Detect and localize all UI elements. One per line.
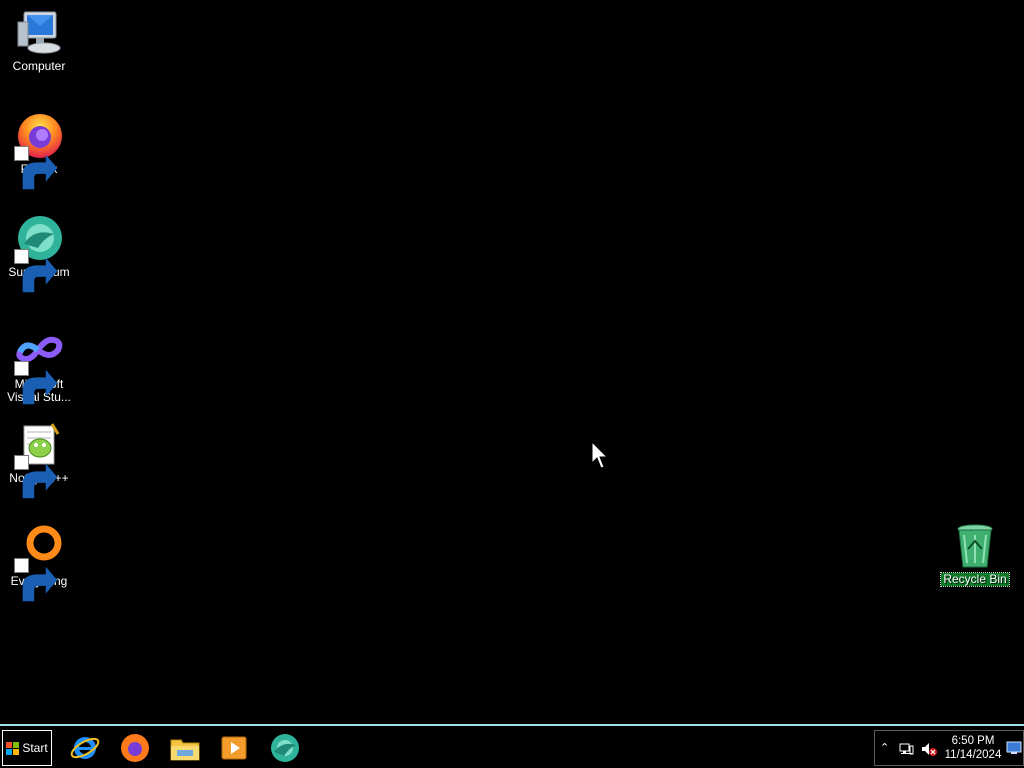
file-explorer-icon: [170, 739, 200, 761]
start-label: Start: [22, 741, 48, 755]
desktop-icon-computer[interactable]: Computer: [0, 8, 78, 73]
show-hidden-icons-icon[interactable]: ⌃: [880, 741, 889, 754]
taskbar-app-firefox[interactable]: [117, 731, 153, 765]
volume-muted-icon[interactable]: [920, 741, 938, 757]
clock[interactable]: 6:50 PM 11/14/2024: [941, 734, 1005, 762]
shortcut-arrow-icon: [14, 455, 58, 499]
desktop-icon-everything[interactable]: Everything: [0, 523, 78, 602]
taskbar-app-internet-explorer[interactable]: [67, 731, 103, 765]
supermium-icon: [14, 214, 64, 293]
taskbar-app-media-player[interactable]: [216, 731, 252, 765]
desktop-icon-label: Recycle Bin: [940, 572, 1010, 587]
shortcut-arrow-icon: [14, 249, 58, 293]
desktop-icon-recycle-bin[interactable]: Recycle Bin: [936, 521, 1014, 587]
shortcut-arrow-icon: [14, 146, 58, 190]
notepadplusplus-icon: [14, 420, 64, 499]
everything-icon: [14, 523, 64, 602]
desktop-icon-firefox[interactable]: Firefox: [0, 111, 78, 190]
show-desktop-icon[interactable]: [1006, 741, 1022, 755]
recycle-bin-icon: [950, 521, 1000, 571]
firefox-icon: [14, 111, 64, 190]
taskbar: Start ⌃ 6:50 PM 11/14/2024: [0, 724, 1024, 768]
taskbar-app-supermium[interactable]: [267, 731, 303, 765]
desktop-icon-supermium[interactable]: Supermium: [0, 214, 78, 293]
shortcut-arrow-icon: [14, 558, 58, 602]
internet-explorer-icon: [70, 737, 100, 759]
clock-time: 6:50 PM: [951, 735, 995, 747]
desktop-icon-visual-studio[interactable]: Microsoft Visual Stu...: [0, 326, 78, 405]
clock-date: 11/14/2024: [944, 749, 1002, 761]
computer-icon: [14, 8, 64, 58]
firefox-icon: [121, 734, 149, 762]
supermium-icon: [271, 734, 299, 762]
visual-studio-icon: [14, 326, 64, 405]
shortcut-arrow-icon: [14, 361, 58, 405]
desktop[interactable]: Computer Firefox: [0, 0, 1024, 724]
windows-logo-icon: [6, 741, 20, 755]
media-player-icon: [221, 736, 247, 760]
mouse-cursor-icon: [591, 441, 609, 469]
desktop-icon-notepadplusplus[interactable]: Notepad++: [0, 420, 78, 499]
taskbar-app-file-explorer[interactable]: [167, 731, 203, 765]
system-tray: ⌃ 6:50 PM 11/14/2024: [874, 730, 1024, 766]
start-button[interactable]: Start: [2, 730, 52, 766]
network-icon[interactable]: [898, 741, 914, 757]
desktop-icon-label: Computer: [12, 59, 66, 73]
